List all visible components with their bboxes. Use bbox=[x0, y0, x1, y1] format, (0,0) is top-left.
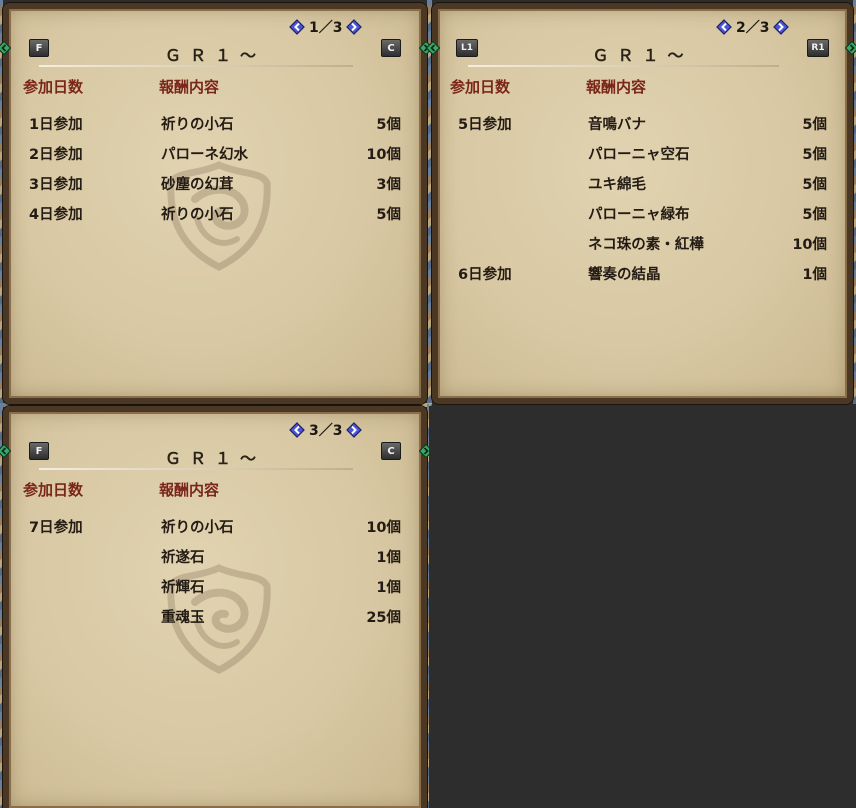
reward-quantity: 10個 bbox=[366, 147, 401, 163]
empty-dark-area bbox=[429, 406, 856, 808]
page-number: 1／3 bbox=[309, 20, 343, 36]
reward-row: 6日参加 響奏の結晶 1個 bbox=[438, 263, 847, 287]
reward-row: 7日参加 祈りの小石 10個 bbox=[9, 516, 421, 540]
reward-quantity: 5個 bbox=[376, 207, 401, 223]
reward-day: 3日参加 bbox=[29, 177, 83, 193]
column-header-rewards: 報酬内容 bbox=[159, 481, 220, 499]
page-indicator: 2／3 bbox=[716, 17, 790, 37]
reward-quantity: 1個 bbox=[802, 267, 827, 283]
page-next-arrow-icon[interactable] bbox=[773, 19, 790, 35]
title-divider bbox=[39, 65, 353, 67]
reward-row: パローニャ空石 5個 bbox=[438, 143, 847, 167]
page-number: 2／3 bbox=[736, 20, 770, 36]
key-c-icon[interactable]: C bbox=[381, 442, 401, 460]
reward-item: 祈輝石 bbox=[161, 580, 205, 596]
title-divider bbox=[39, 468, 353, 470]
reward-row: 1日参加 祈りの小石 5個 bbox=[9, 113, 421, 137]
title-divider bbox=[468, 65, 779, 67]
reward-row: ネコ珠の素・紅樺 10個 bbox=[438, 233, 847, 257]
reward-day: 2日参加 bbox=[29, 147, 83, 163]
column-header-days: 参加日数 bbox=[23, 78, 84, 96]
reward-item: パローニャ空石 bbox=[588, 147, 690, 163]
reward-item: パローネ幻水 bbox=[161, 147, 248, 163]
page-prev-arrow-icon[interactable] bbox=[289, 19, 305, 35]
reward-quantity: 5個 bbox=[802, 207, 827, 223]
page-prev-arrow-icon[interactable] bbox=[289, 422, 305, 438]
page-next-arrow-icon[interactable] bbox=[346, 422, 363, 438]
reward-row: 4日参加 祈りの小石 5個 bbox=[9, 203, 421, 227]
column-header-rewards: 報酬内容 bbox=[586, 78, 647, 96]
page-number: 3／3 bbox=[309, 423, 343, 439]
page-next-arrow-icon[interactable] bbox=[346, 19, 363, 35]
reward-item: ユキ綿毛 bbox=[588, 177, 646, 193]
reward-item: 音鳴バナ bbox=[588, 117, 646, 133]
reward-day: 1日参加 bbox=[29, 117, 83, 133]
reward-day: 4日参加 bbox=[29, 207, 83, 223]
reward-panel-page-2: 2／3 L1 ＧＲ１～ R1 参加日数 報酬内容 5日参加 音鳴バナ 5個 パロ… bbox=[426, 3, 856, 404]
column-header-rewards: 報酬内容 bbox=[159, 78, 220, 96]
reward-day: 6日参加 bbox=[458, 267, 512, 283]
reward-item: 祈りの小石 bbox=[161, 520, 234, 536]
panel-title: ＧＲ１～ bbox=[592, 46, 693, 65]
reward-item: ネコ珠の素・紅樺 bbox=[588, 237, 704, 253]
reward-row: 5日参加 音鳴バナ 5個 bbox=[438, 113, 847, 137]
reward-quantity: 5個 bbox=[802, 147, 827, 163]
reward-row: 3日参加 砂塵の幻茸 3個 bbox=[9, 173, 421, 197]
reward-day: 5日参加 bbox=[458, 117, 512, 133]
page-indicator: 1／3 bbox=[289, 17, 363, 37]
reward-quantity: 10個 bbox=[366, 520, 401, 536]
reward-row: 祈輝石 1個 bbox=[9, 576, 421, 600]
reward-row: 祈遂石 1個 bbox=[9, 546, 421, 570]
reward-row: 重魂玉 25個 bbox=[9, 606, 421, 630]
column-header-days: 参加日数 bbox=[23, 481, 84, 499]
key-c-icon[interactable]: C bbox=[381, 39, 401, 57]
panel-title: ＧＲ１～ bbox=[164, 46, 265, 65]
reward-quantity: 10個 bbox=[792, 237, 827, 253]
green-gem-right-icon[interactable] bbox=[845, 41, 856, 55]
reward-quantity: 5個 bbox=[802, 117, 827, 133]
key-r1-icon[interactable]: R1 bbox=[807, 39, 829, 57]
reward-panel-page-3: 3／3 F ＧＲ１～ C 参加日数 報酬内容 7日参加 祈りの小石 10個 祈遂… bbox=[0, 406, 433, 808]
reward-panel-page-1: 1／3 F ＧＲ１～ C 参加日数 報酬内容 1日参加 祈りの小石 5個 2日参… bbox=[0, 3, 433, 404]
reward-day: 7日参加 bbox=[29, 520, 83, 536]
reward-item: 祈りの小石 bbox=[161, 207, 234, 223]
reward-item: パローニャ緑布 bbox=[588, 207, 690, 223]
reward-row: ユキ綿毛 5個 bbox=[438, 173, 847, 197]
reward-row: パローニャ緑布 5個 bbox=[438, 203, 847, 227]
reward-quantity: 3個 bbox=[376, 177, 401, 193]
reward-item: 祈遂石 bbox=[161, 550, 205, 566]
reward-quantity: 25個 bbox=[366, 610, 401, 626]
reward-quantity: 5個 bbox=[802, 177, 827, 193]
reward-item: 響奏の結晶 bbox=[588, 267, 661, 283]
reward-item: 重魂玉 bbox=[161, 610, 205, 626]
reward-quantity: 1個 bbox=[376, 580, 401, 596]
column-header-days: 参加日数 bbox=[450, 78, 511, 96]
reward-item: 祈りの小石 bbox=[161, 117, 234, 133]
reward-quantity: 5個 bbox=[376, 117, 401, 133]
reward-row: 2日参加 パローネ幻水 10個 bbox=[9, 143, 421, 167]
page-prev-arrow-icon[interactable] bbox=[716, 19, 732, 35]
page-indicator: 3／3 bbox=[289, 420, 363, 440]
reward-item: 砂塵の幻茸 bbox=[161, 177, 234, 193]
panel-title: ＧＲ１～ bbox=[164, 449, 265, 468]
reward-quantity: 1個 bbox=[376, 550, 401, 566]
